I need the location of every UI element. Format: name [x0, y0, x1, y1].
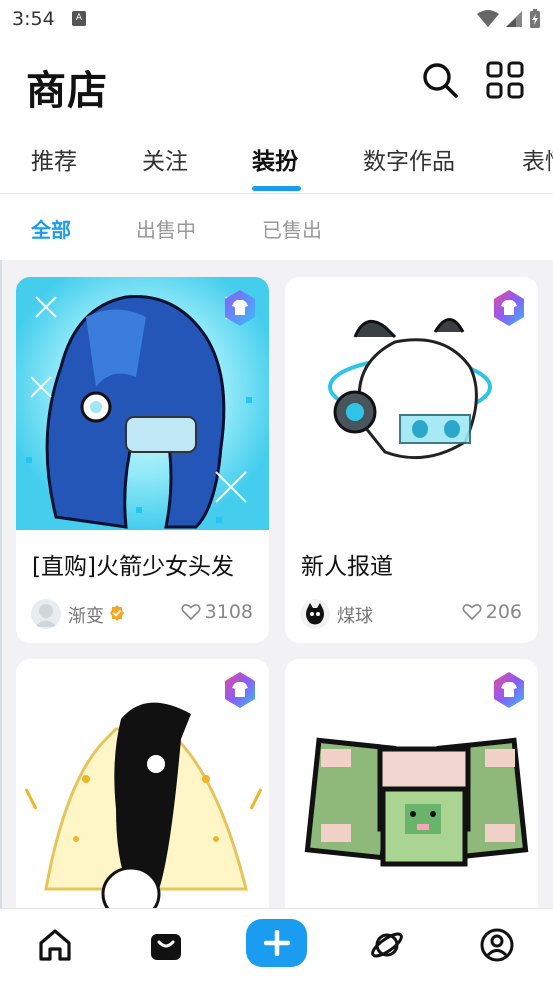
wifi-icon	[477, 10, 499, 27]
app-notification-icon: A	[72, 11, 86, 26]
product-card[interactable]	[16, 659, 269, 908]
like-count-value: 3108	[204, 601, 253, 623]
planet-icon[interactable]	[368, 926, 406, 964]
product-feed[interactable]: [直购]火箭少女头发 渐变 3108 新人报道 煤球 206	[0, 260, 553, 908]
shop-bag-icon[interactable]	[147, 926, 185, 964]
avatar[interactable]	[31, 599, 61, 629]
bottom-navigation	[0, 908, 553, 984]
subtab-all[interactable]: 全部	[31, 214, 71, 243]
author-name[interactable]: 煤球	[337, 602, 373, 628]
product-name[interactable]: [直购]火箭少女头发	[32, 547, 234, 581]
active-tab-indicator	[252, 186, 301, 191]
subtab-sold[interactable]: 已售出	[262, 214, 322, 243]
outfit-badge-icon	[494, 672, 524, 708]
status-bar: 3:54 A	[0, 0, 553, 38]
outfit-badge-icon	[494, 290, 524, 326]
product-card[interactable]	[285, 659, 538, 908]
filter-subtabs: 全部 出售中 已售出	[0, 194, 553, 260]
nav-explore[interactable]	[365, 923, 409, 967]
tab-emoji[interactable]: 表情	[522, 142, 553, 176]
like-count[interactable]: 3108	[181, 601, 253, 623]
product-card[interactable]: 新人报道 煤球 206	[285, 277, 538, 643]
like-count-value: 206	[485, 601, 522, 623]
system-icons	[477, 8, 541, 30]
nav-home[interactable]	[33, 923, 77, 967]
category-tabs: 推荐 关注 装扮 数字作品 表情	[0, 122, 553, 194]
tab-outfit[interactable]: 装扮	[252, 142, 298, 176]
avatar[interactable]	[300, 599, 330, 629]
like-count[interactable]: 206	[462, 601, 522, 623]
page-title: 商店	[26, 68, 108, 114]
cellular-signal-icon	[506, 11, 522, 27]
tab-following[interactable]: 关注	[142, 142, 188, 176]
heart-icon[interactable]	[181, 603, 201, 621]
shop-header: 商店	[0, 38, 553, 122]
add-icon[interactable]	[263, 930, 290, 956]
outfit-badge-icon	[225, 672, 255, 708]
add-button[interactable]	[246, 919, 307, 967]
status-time: 3:54	[12, 8, 55, 30]
search-icon[interactable]	[420, 60, 460, 100]
product-name[interactable]: 新人报道	[301, 547, 393, 581]
product-card[interactable]: [直购]火箭少女头发 渐变 3108	[16, 277, 269, 643]
profile-icon[interactable]	[478, 926, 516, 964]
verified-badge-icon	[110, 605, 124, 621]
home-icon[interactable]	[36, 926, 74, 964]
heart-icon[interactable]	[462, 603, 482, 621]
grid-icon[interactable]	[485, 60, 525, 100]
outfit-badge-icon	[225, 290, 255, 326]
battery-icon	[530, 9, 540, 28]
tab-digital-works[interactable]: 数字作品	[363, 142, 455, 176]
nav-shop[interactable]	[144, 923, 188, 967]
nav-profile[interactable]	[475, 923, 519, 967]
tab-recommend[interactable]: 推荐	[31, 142, 77, 176]
author-name[interactable]: 渐变	[68, 602, 104, 628]
subtab-on-sale[interactable]: 出售中	[136, 214, 196, 243]
